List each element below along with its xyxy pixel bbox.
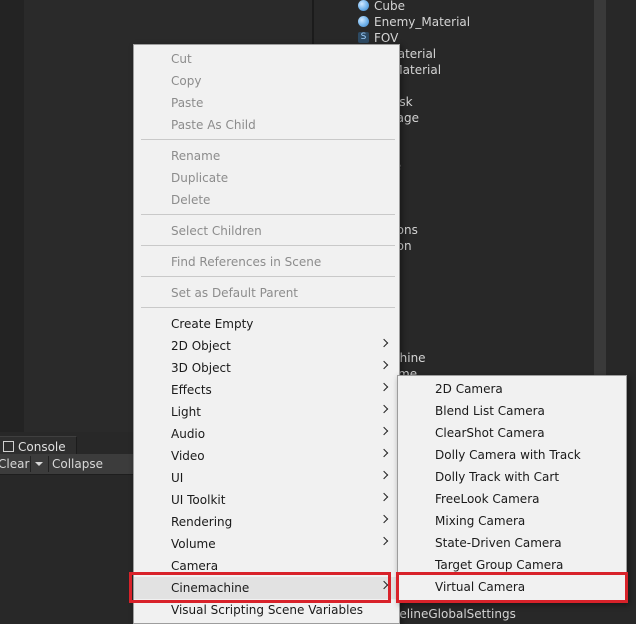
chevron-right-icon	[379, 382, 389, 392]
console-panel: Console Clear Collapse	[0, 432, 137, 623]
chevron-right-icon	[379, 492, 389, 502]
submenu-item-state-driven-camera[interactable]: State-Driven Camera	[398, 532, 626, 554]
project-scrollbar[interactable]	[594, 0, 606, 375]
menu-item-volume[interactable]: Volume	[134, 533, 399, 555]
menu-item-find-references[interactable]: Find References in Scene	[134, 251, 399, 273]
menu-item-paste-as-child[interactable]: Paste As Child	[134, 114, 399, 136]
toolbar-divider	[48, 456, 49, 472]
material-sphere-icon	[358, 16, 369, 27]
menu-item-copy[interactable]: Copy	[134, 70, 399, 92]
menu-item-2d-object[interactable]: 2D Object	[134, 335, 399, 357]
menu-item-video[interactable]: Video	[134, 445, 399, 467]
virtual-camera-highlight-box	[396, 572, 628, 603]
scene-left-strip	[0, 0, 24, 432]
clear-button[interactable]: Clear	[0, 454, 29, 474]
menu-item-rendering[interactable]: Rendering	[134, 511, 399, 533]
chevron-right-icon	[379, 470, 389, 480]
chevron-right-icon	[379, 426, 389, 436]
submenu-item-clearshot-camera[interactable]: ClearShot Camera	[398, 422, 626, 444]
menu-item-ui-toolkit[interactable]: UI Toolkit	[134, 489, 399, 511]
console-toolbar: Clear Collapse	[0, 454, 137, 475]
menu-item-effects[interactable]: Effects	[134, 379, 399, 401]
menu-item-3d-object[interactable]: 3D Object	[134, 357, 399, 379]
submenu-item-mixing-camera[interactable]: Mixing Camera	[398, 510, 626, 532]
menu-separator	[141, 139, 395, 140]
menu-separator	[141, 276, 395, 277]
menu-item-paste[interactable]: Paste	[134, 92, 399, 114]
submenu-item-blend-list-camera[interactable]: Blend List Camera	[398, 400, 626, 422]
console-icon	[3, 441, 14, 452]
script-icon: S	[358, 32, 369, 43]
menu-item-duplicate[interactable]: Duplicate	[134, 167, 399, 189]
chevron-down-icon	[35, 462, 43, 466]
menu-separator	[141, 307, 395, 308]
menu-item-light[interactable]: Light	[134, 401, 399, 423]
menu-item-ui[interactable]: UI	[134, 467, 399, 489]
chevron-right-icon	[379, 404, 389, 414]
toolbar-divider	[30, 456, 31, 472]
menu-item-audio[interactable]: Audio	[134, 423, 399, 445]
collapse-button[interactable]: Collapse	[52, 454, 103, 474]
chevron-right-icon	[379, 360, 389, 370]
menu-item-delete[interactable]: Delete	[134, 189, 399, 211]
clear-options-dropdown[interactable]	[34, 454, 46, 474]
menu-item-create-empty[interactable]: Create Empty	[134, 313, 399, 335]
project-item[interactable]: Cube	[358, 0, 405, 14]
chevron-right-icon	[379, 338, 389, 348]
submenu-item-dolly-track-with-cart[interactable]: Dolly Track with Cart	[398, 466, 626, 488]
menu-item-cut[interactable]: Cut	[134, 48, 399, 70]
menu-item-select-children[interactable]: Select Children	[134, 220, 399, 242]
context-menu: Cut Copy Paste Paste As Child Rename Dup…	[133, 44, 400, 624]
submenu-item-2d-camera[interactable]: 2D Camera	[398, 378, 626, 400]
cinemachine-highlight-box	[129, 572, 391, 603]
submenu-item-freelook-camera[interactable]: FreeLook Camera	[398, 488, 626, 510]
chevron-right-icon	[379, 536, 389, 546]
menu-item-set-default-parent[interactable]: Set as Default Parent	[134, 282, 399, 304]
cinemachine-submenu: 2D Camera Blend List Camera ClearShot Ca…	[397, 375, 627, 603]
menu-separator	[141, 245, 395, 246]
project-item[interactable]: Enemy_Material	[358, 14, 470, 30]
chevron-right-icon	[379, 514, 389, 524]
menu-item-rename[interactable]: Rename	[134, 145, 399, 167]
submenu-item-dolly-camera-with-track[interactable]: Dolly Camera with Track	[398, 444, 626, 466]
menu-separator	[141, 214, 395, 215]
material-sphere-icon	[358, 0, 369, 11]
chevron-right-icon	[379, 448, 389, 458]
